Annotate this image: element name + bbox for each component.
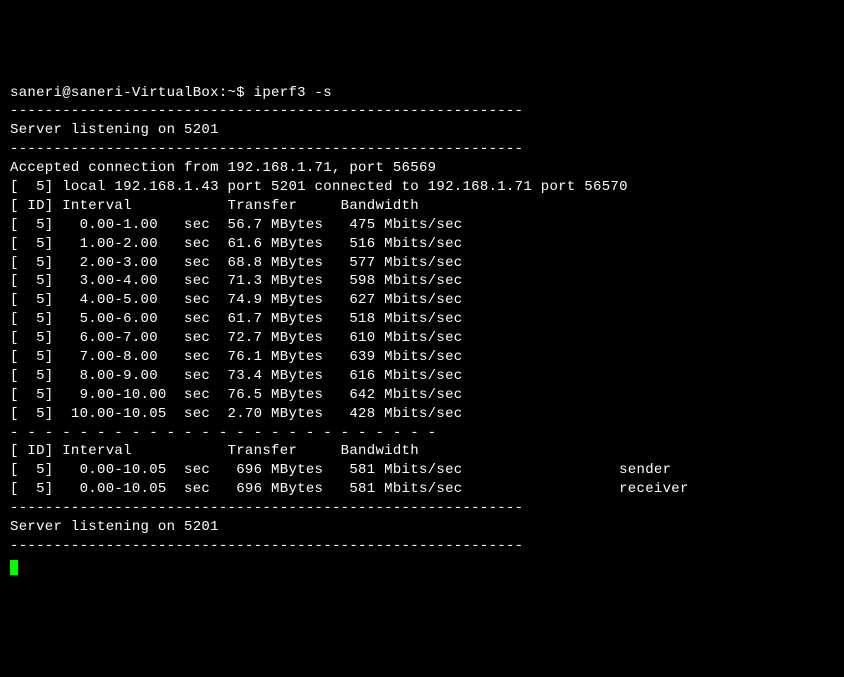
interval-row: [ 5] 2.00-3.00 sec 68.8 MBytes 577 Mbits… <box>10 255 462 271</box>
interval-row: [ 5] 3.00-4.00 sec 71.3 MBytes 598 Mbits… <box>10 273 462 289</box>
interval-row: [ 5] 10.00-10.05 sec 2.70 MBytes 428 Mbi… <box>10 406 462 422</box>
separator: ----------------------------------------… <box>10 500 523 516</box>
server-listening: Server listening on 5201 <box>10 122 219 138</box>
shell-prompt: saneri@saneri-VirtualBox:~$ iperf3 -s <box>10 85 332 101</box>
separator: ----------------------------------------… <box>10 141 523 157</box>
interval-row: [ 5] 7.00-8.00 sec 76.1 MBytes 639 Mbits… <box>10 349 462 365</box>
dash-separator: - - - - - - - - - - - - - - - - - - - - … <box>10 425 436 441</box>
interval-row: [ 5] 4.00-5.00 sec 74.9 MBytes 627 Mbits… <box>10 292 462 308</box>
interval-row: [ 5] 8.00-9.00 sec 73.4 MBytes 616 Mbits… <box>10 368 462 384</box>
interval-row: [ 5] 0.00-1.00 sec 56.7 MBytes 475 Mbits… <box>10 217 462 233</box>
accepted-connection: Accepted connection from 192.168.1.71, p… <box>10 160 436 176</box>
summary-row: [ 5] 0.00-10.05 sec 696 MBytes 581 Mbits… <box>10 481 689 497</box>
separator: ----------------------------------------… <box>10 103 523 119</box>
column-header: [ ID] Interval Transfer Bandwidth <box>10 443 419 459</box>
summary-row: [ 5] 0.00-10.05 sec 696 MBytes 581 Mbits… <box>10 462 671 478</box>
interval-row: [ 5] 1.00-2.00 sec 61.6 MBytes 516 Mbits… <box>10 236 462 252</box>
interval-row: [ 5] 6.00-7.00 sec 72.7 MBytes 610 Mbits… <box>10 330 462 346</box>
separator: ----------------------------------------… <box>10 538 523 554</box>
server-listening: Server listening on 5201 <box>10 519 219 535</box>
interval-row: [ 5] 5.00-6.00 sec 61.7 MBytes 518 Mbits… <box>10 311 462 327</box>
terminal-cursor[interactable] <box>10 560 18 575</box>
interval-row: [ 5] 9.00-10.00 sec 76.5 MBytes 642 Mbit… <box>10 387 462 403</box>
column-header: [ ID] Interval Transfer Bandwidth <box>10 198 419 214</box>
terminal-output: saneri@saneri-VirtualBox:~$ iperf3 -s --… <box>10 84 834 575</box>
connection-detail: [ 5] local 192.168.1.43 port 5201 connec… <box>10 179 628 195</box>
